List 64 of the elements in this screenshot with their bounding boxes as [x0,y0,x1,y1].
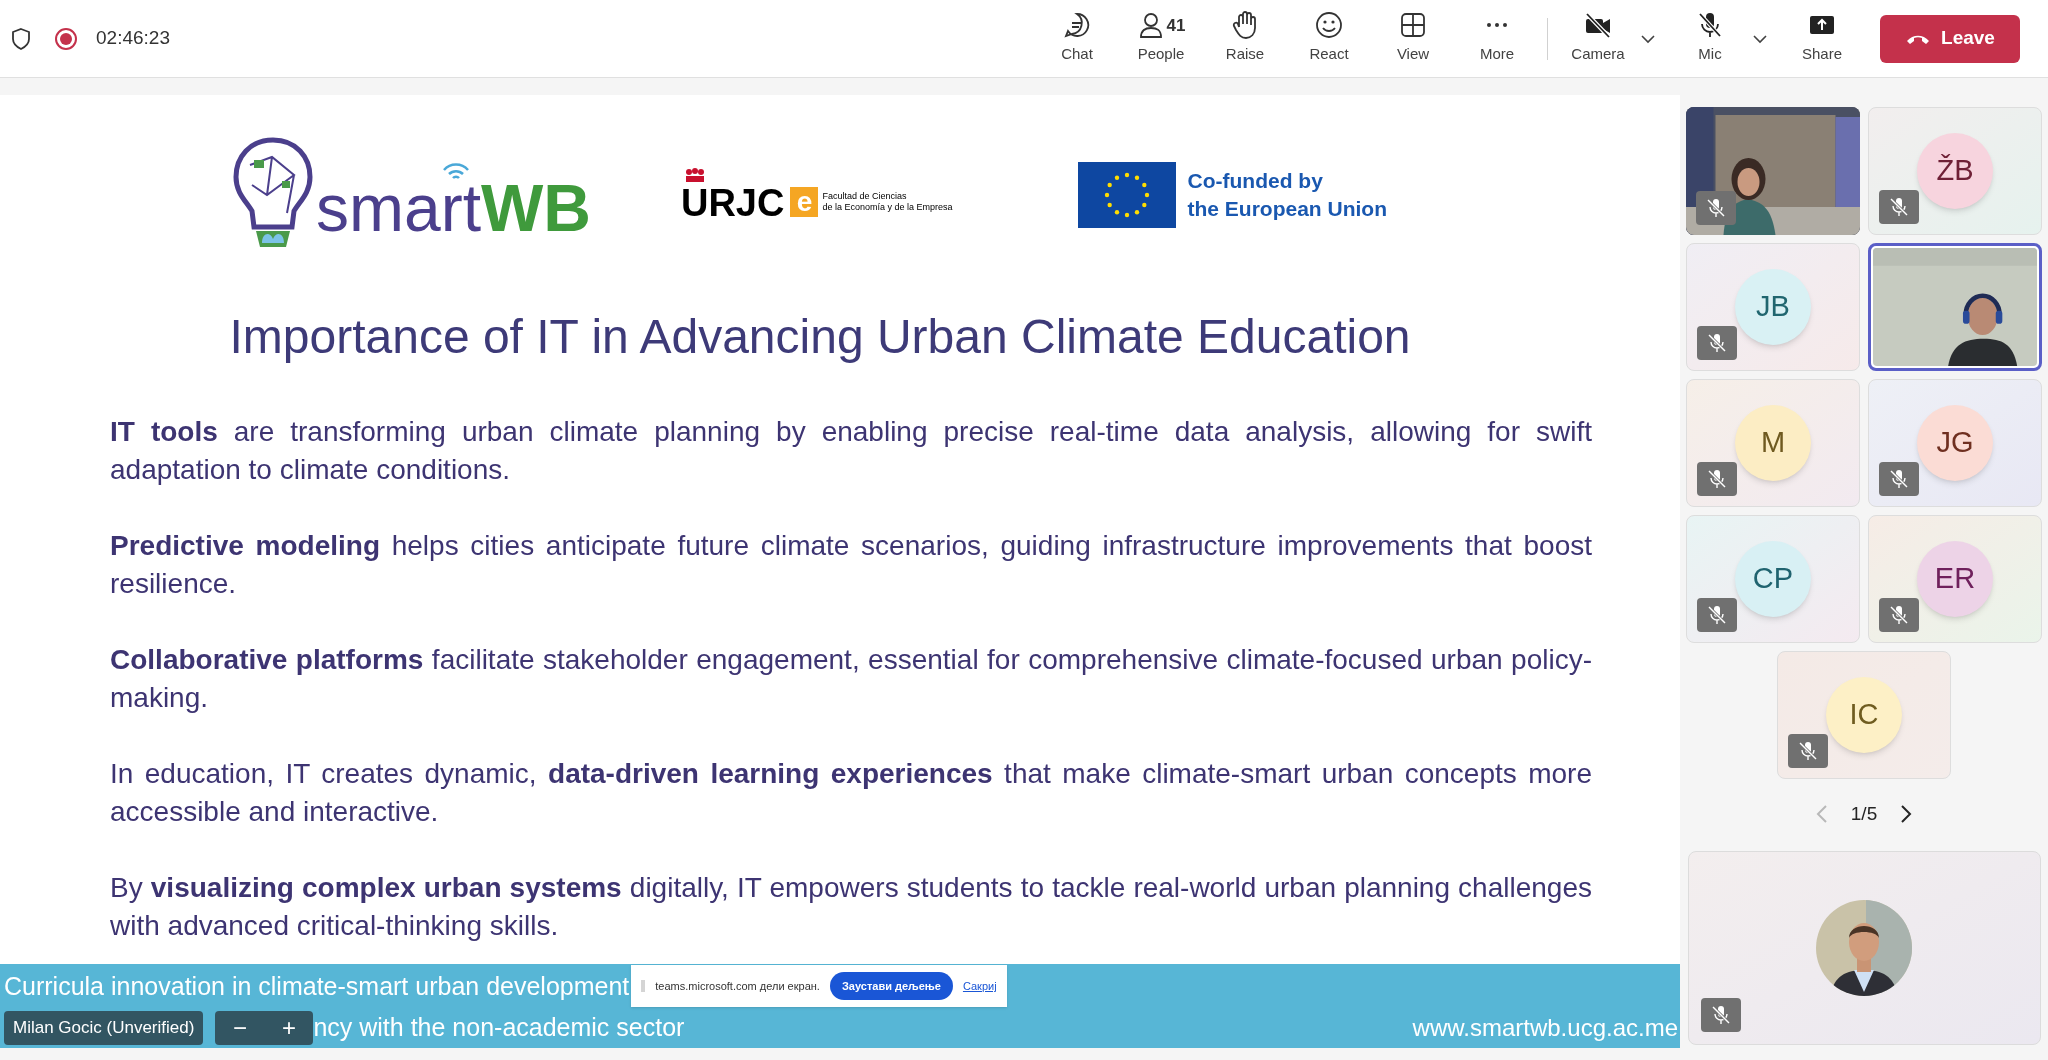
stop-sharing-button[interactable]: Заустави дељење [829,972,953,1001]
page-indicator: 1/5 [1850,801,1878,826]
faculty-logo-mark: e [790,187,819,217]
shield-icon [10,26,32,51]
hand-icon [1231,11,1259,40]
muted-mic-icon [1879,598,1919,632]
footer-text: Curricula innovation in climate-smart urban development [4,970,630,1002]
chevron-down-icon [1640,33,1656,44]
slide-paragraph: IT tools are transforming urban climate planning by enabling precise real-time data analysis, allowing for swift adaptation to climate conditions. [110,415,1592,487]
initials-avatar: JG [1917,405,1993,481]
initials-avatar: ER [1917,541,1993,617]
drag-handle-icon [641,980,646,993]
share-notice: teams.microsoft.com дели екран. [655,979,820,994]
eu-funding-text: Co-funded by [1187,168,1324,194]
camera-off-button[interactable]: Camera [1556,7,1640,70]
slide-paragraph: Collaborative platforms facilitate stakeholder engagement, essential for comprehensive climate-focused urban policy-making. [110,643,1592,715]
more-button[interactable]: More [1455,7,1539,70]
zoom-button[interactable]: − [228,1016,251,1040]
wifi-icon [440,161,471,181]
eu-funding-text: the European Union [1187,196,1387,222]
faculty-name: de la Economía y de la Empresa [822,202,953,213]
muted-mic-icon [1697,462,1737,496]
chat-button[interactable]: Chat [1035,7,1119,70]
initials-avatar: M [1735,405,1811,481]
next-page-button[interactable] [1899,803,1914,825]
muted-mic-icon [1697,598,1737,632]
muted-mic-icon [1879,462,1919,496]
raise-button[interactable]: Raise [1203,7,1287,70]
slide-title: Importance of IT in Advancing Urban Climate Education [228,309,1412,365]
urjc-logo-text: URJC [680,184,785,222]
camera-off-icon [1584,11,1612,40]
slide-paragraph: Predictive modeling helps cities anticipate future climate scenarios, guiding infrastructure improvements that boost resilience. [110,529,1592,601]
presenter-name-label: Milan Gocic (Unverified) [4,1011,204,1045]
muted-mic-icon [1696,191,1736,225]
call-timer: 02:46:23 [96,26,170,51]
react-button[interactable]: React [1287,7,1371,70]
more-icon [1486,22,1508,29]
muted-mic-icon [1700,998,1741,1032]
share-button[interactable]: Share [1780,7,1864,70]
chevron-down-icon [1752,33,1768,44]
muted-mic-icon [1697,326,1737,360]
initials-avatar: CP [1735,541,1811,617]
recording-icon [54,26,78,51]
view-button[interactable]: View [1371,7,1455,70]
initials-avatar: IC [1826,677,1902,753]
hide-link[interactable]: Сакриј [962,978,997,995]
leave-button[interactable]: Leave [1880,14,2020,63]
initials-avatar: JB [1735,269,1811,345]
muted-mic-icon [1879,190,1919,224]
faculty-name: Facultad de Ciencias [822,191,908,202]
mic-off-button[interactable]: Mic [1668,7,1752,70]
grid-icon [1399,11,1427,40]
initials-avatar: ŽB [1917,133,1993,209]
mic-off-icon [1696,11,1724,40]
zoom-button[interactable]: + [277,1016,300,1040]
smartwb-wordmark: smartWB [316,175,591,241]
footer-text: ncy with the non-academic sector [313,1012,685,1044]
smiley-icon [1315,11,1343,40]
people-button[interactable]: 41 People [1119,7,1203,70]
muted-mic-icon [1788,734,1828,768]
slide-paragraph: By visualizing complex urban systems digitally, IT empowers students to tackle real-world urban planning challenges with advanced critical-thinking skills. [110,871,1592,943]
slide-paragraph: In education, IT creates dynamic, data-driven learning experiences that make climate-smart urban concepts more accessible and interactive. [110,757,1592,829]
website-address: www.smartwb.ucg.ac.me [1412,1013,1678,1043]
eu-flag-icon [1077,162,1176,228]
